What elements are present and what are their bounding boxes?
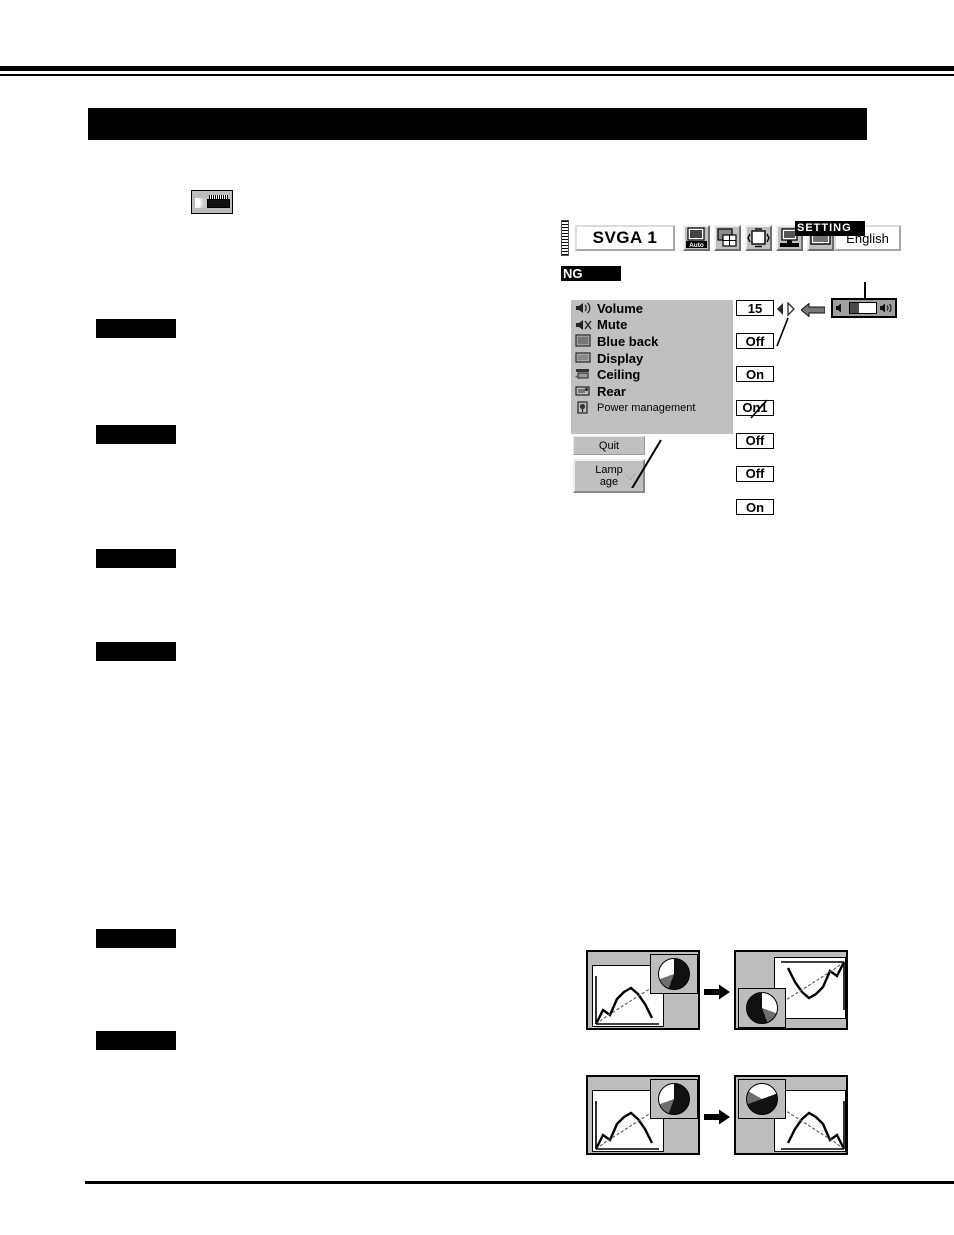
menu-row-value[interactable]: On [736, 499, 774, 516]
page-title-bar [88, 108, 867, 140]
header-rule-thin [0, 74, 954, 76]
ceiling-before-panel [586, 950, 700, 1030]
volume-section-label [96, 319, 176, 338]
footer-rule [85, 1181, 954, 1184]
projector-body-icon [207, 199, 230, 208]
pie-chart-glyph [658, 958, 690, 990]
osd-menu-screenshot: SVGA 1 Auto English SETTING NG Volume 15… [561, 218, 901, 516]
pie-normal [650, 954, 698, 994]
transform-arrow-icon [704, 984, 730, 1000]
header-rule-thick [0, 66, 954, 71]
callout-leader-lines [631, 317, 789, 488]
pie-inverted [738, 988, 786, 1028]
ceiling-projection-illustration [586, 950, 848, 1036]
transform-arrow-icon [704, 1109, 730, 1125]
pie-chart-glyph [658, 1083, 690, 1115]
rear-after-panel [734, 1075, 848, 1155]
ceiling-section-label [96, 929, 176, 948]
pie-normal [650, 1079, 698, 1119]
pie-chart-glyph-mirrored [746, 1083, 778, 1115]
ceiling-after-panel [734, 950, 848, 1030]
setting-projector-icon [191, 190, 233, 214]
blue-back-section-label [96, 549, 176, 568]
pie-mirrored [738, 1079, 786, 1119]
rear-before-panel [586, 1075, 700, 1155]
rear-section-label [96, 1031, 176, 1050]
pie-chart-glyph-inverted [746, 992, 778, 1024]
mute-section-label [96, 425, 176, 444]
display-section-label [96, 642, 176, 661]
rear-projection-illustration [586, 1075, 848, 1161]
